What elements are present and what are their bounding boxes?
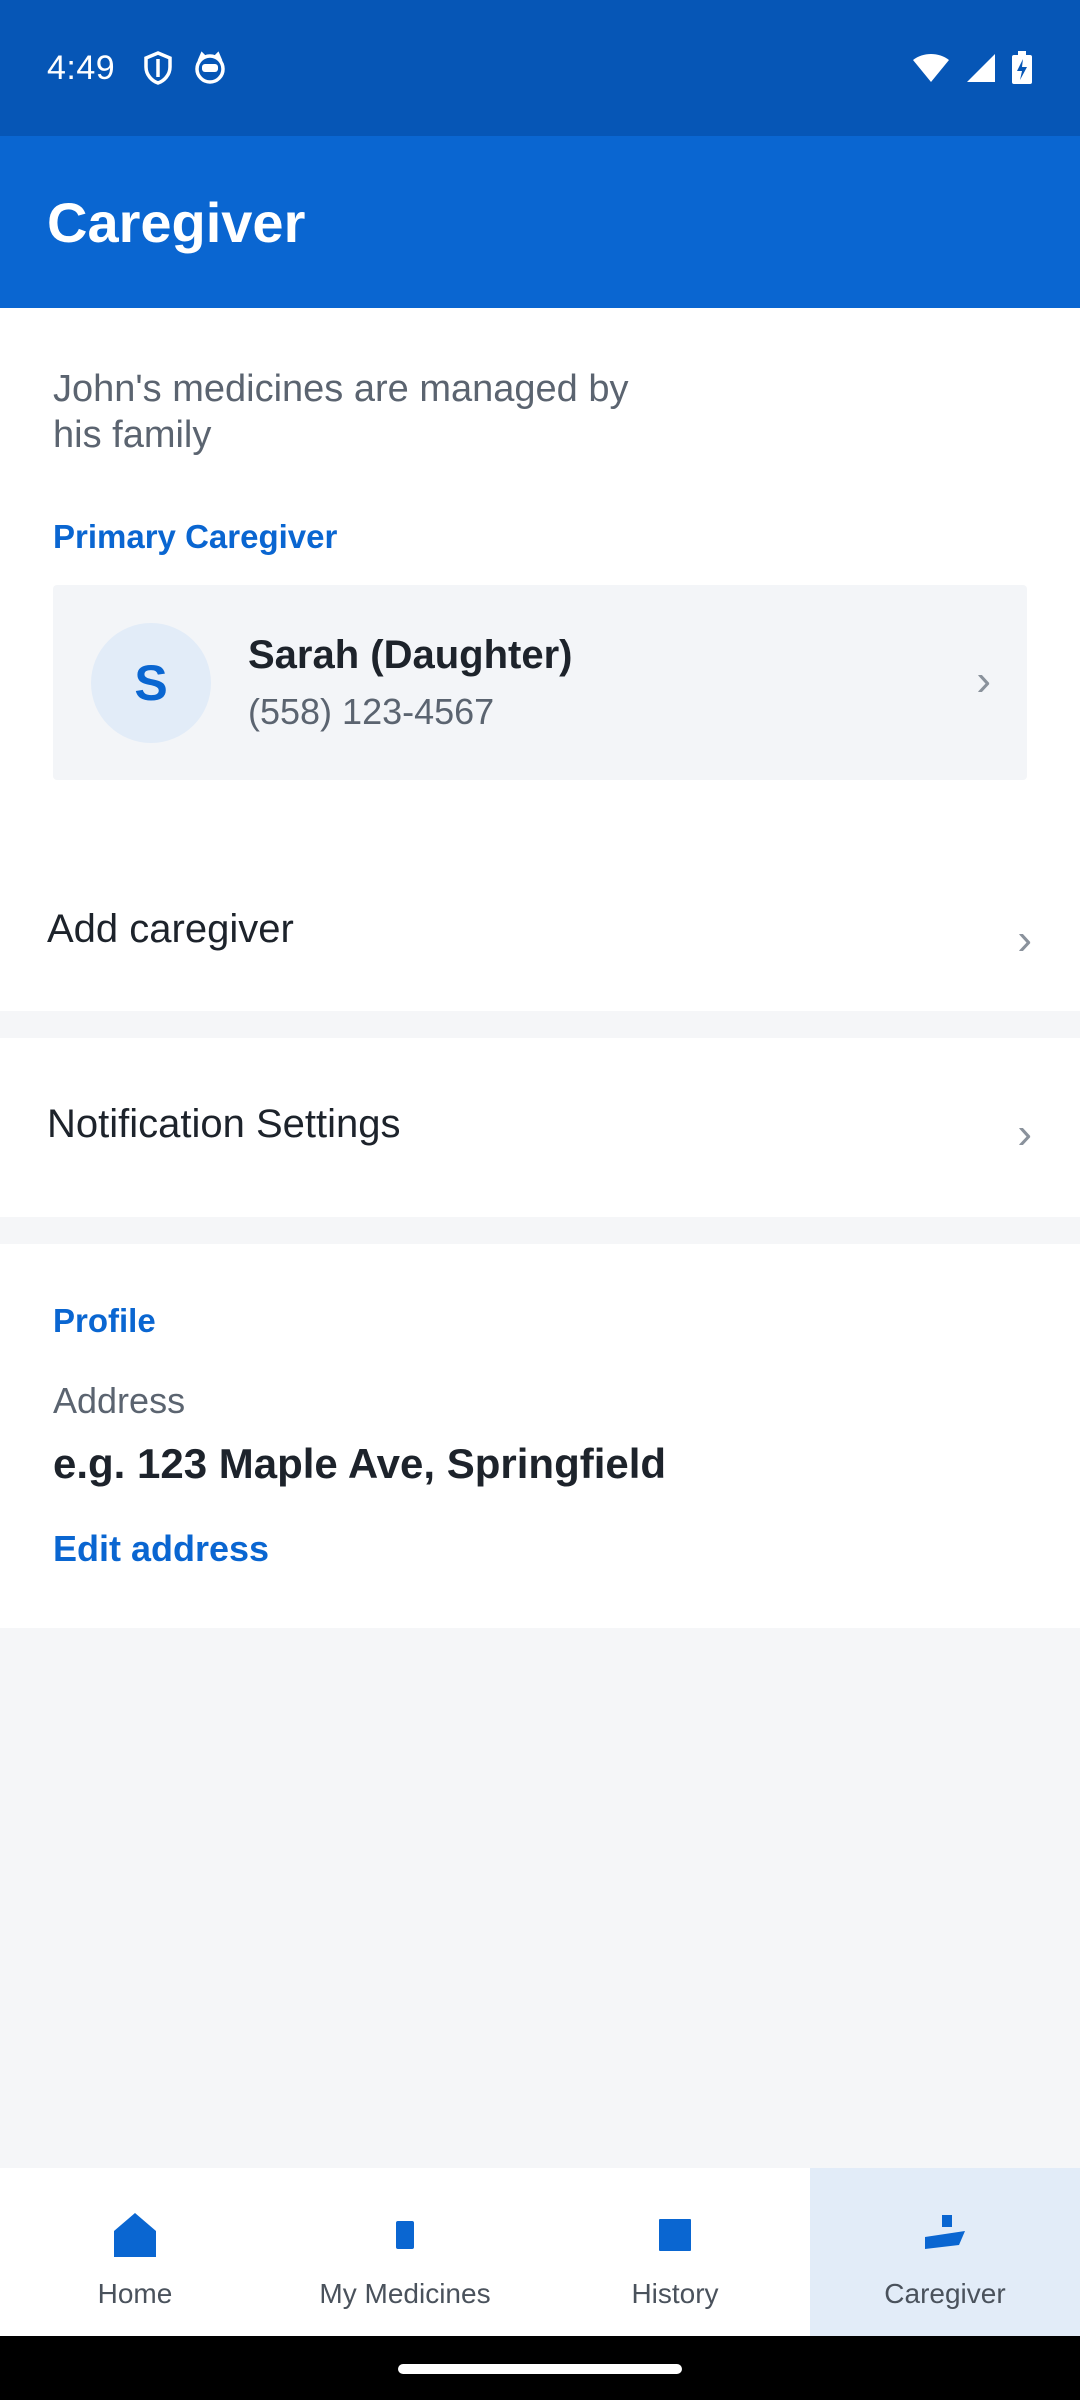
signal-icon bbox=[965, 52, 997, 84]
caregiver-section: John's medicines are managed by his fami… bbox=[0, 308, 1080, 1011]
caregiver-icon bbox=[923, 2210, 967, 2260]
nav-label: History bbox=[631, 2278, 719, 2309]
status-right-icons bbox=[911, 51, 1033, 85]
chevron-right-icon: › bbox=[1017, 1109, 1032, 1158]
profile-section: Profile Address e.g. 123 Maple Ave, Spri… bbox=[0, 1244, 1080, 1628]
primary-caregiver-card[interactable]: S Sarah (Daughter) (558) 123-4567 › bbox=[53, 585, 1027, 780]
nav-item-history[interactable]: History bbox=[540, 2168, 810, 2336]
chevron-right-icon: › bbox=[976, 656, 991, 705]
caregiver-phone: (558) 123-4567 bbox=[248, 691, 495, 732]
medicine-icon bbox=[394, 2210, 416, 2260]
nav-label: My Medicines bbox=[319, 2278, 491, 2309]
page-title: Caregiver bbox=[47, 190, 306, 254]
shield-icon bbox=[143, 51, 173, 85]
profile-heading: Profile bbox=[53, 1302, 156, 1339]
gesture-bar bbox=[0, 2336, 1080, 2400]
primary-caregiver-heading: Primary Caregiver bbox=[53, 518, 338, 555]
address-value: e.g. 123 Maple Ave, Springfield bbox=[53, 1440, 667, 1487]
notification-settings-row[interactable]: Notification Settings › bbox=[0, 1038, 1080, 1217]
nav-label: Caregiver bbox=[884, 2278, 1006, 2309]
status-left-icons bbox=[143, 51, 227, 85]
gesture-handle[interactable] bbox=[398, 2364, 682, 2374]
add-caregiver-label: Add caregiver bbox=[47, 907, 294, 951]
chevron-right-icon: › bbox=[1017, 915, 1032, 964]
add-caregiver-row[interactable]: Add caregiver › bbox=[0, 848, 1080, 1011]
bottom-nav: Home My Medicines History Caregiver bbox=[0, 2168, 1080, 2336]
history-icon bbox=[658, 2210, 692, 2260]
nav-item-caregiver[interactable]: Caregiver bbox=[810, 2168, 1080, 2336]
status-time: 4:49 bbox=[47, 48, 116, 87]
managed-by-text: John's medicines are managed by his fami… bbox=[53, 368, 629, 456]
nav-label: Home bbox=[97, 2278, 173, 2309]
wifi-icon bbox=[911, 52, 951, 84]
home-icon bbox=[112, 2210, 158, 2260]
battery-charging-icon bbox=[1011, 51, 1033, 85]
status-bar: 4:49 bbox=[0, 0, 1080, 136]
caregiver-screen: 4:49 Caregiver John's medicines are mana… bbox=[0, 0, 1080, 2400]
edit-address-link[interactable]: Edit address bbox=[53, 1528, 269, 1570]
nav-item-my-medicines[interactable]: My Medicines bbox=[270, 2168, 540, 2336]
notification-section: Notification Settings › bbox=[0, 1038, 1080, 1217]
notification-settings-label: Notification Settings bbox=[47, 1102, 401, 1146]
nav-item-home[interactable]: Home bbox=[0, 2168, 270, 2336]
cat-face-icon bbox=[193, 51, 227, 85]
caregiver-name: Sarah (Daughter) bbox=[248, 633, 573, 677]
avatar: S bbox=[91, 623, 211, 743]
app-bar: Caregiver bbox=[0, 136, 1080, 308]
address-label: Address bbox=[53, 1380, 186, 1421]
